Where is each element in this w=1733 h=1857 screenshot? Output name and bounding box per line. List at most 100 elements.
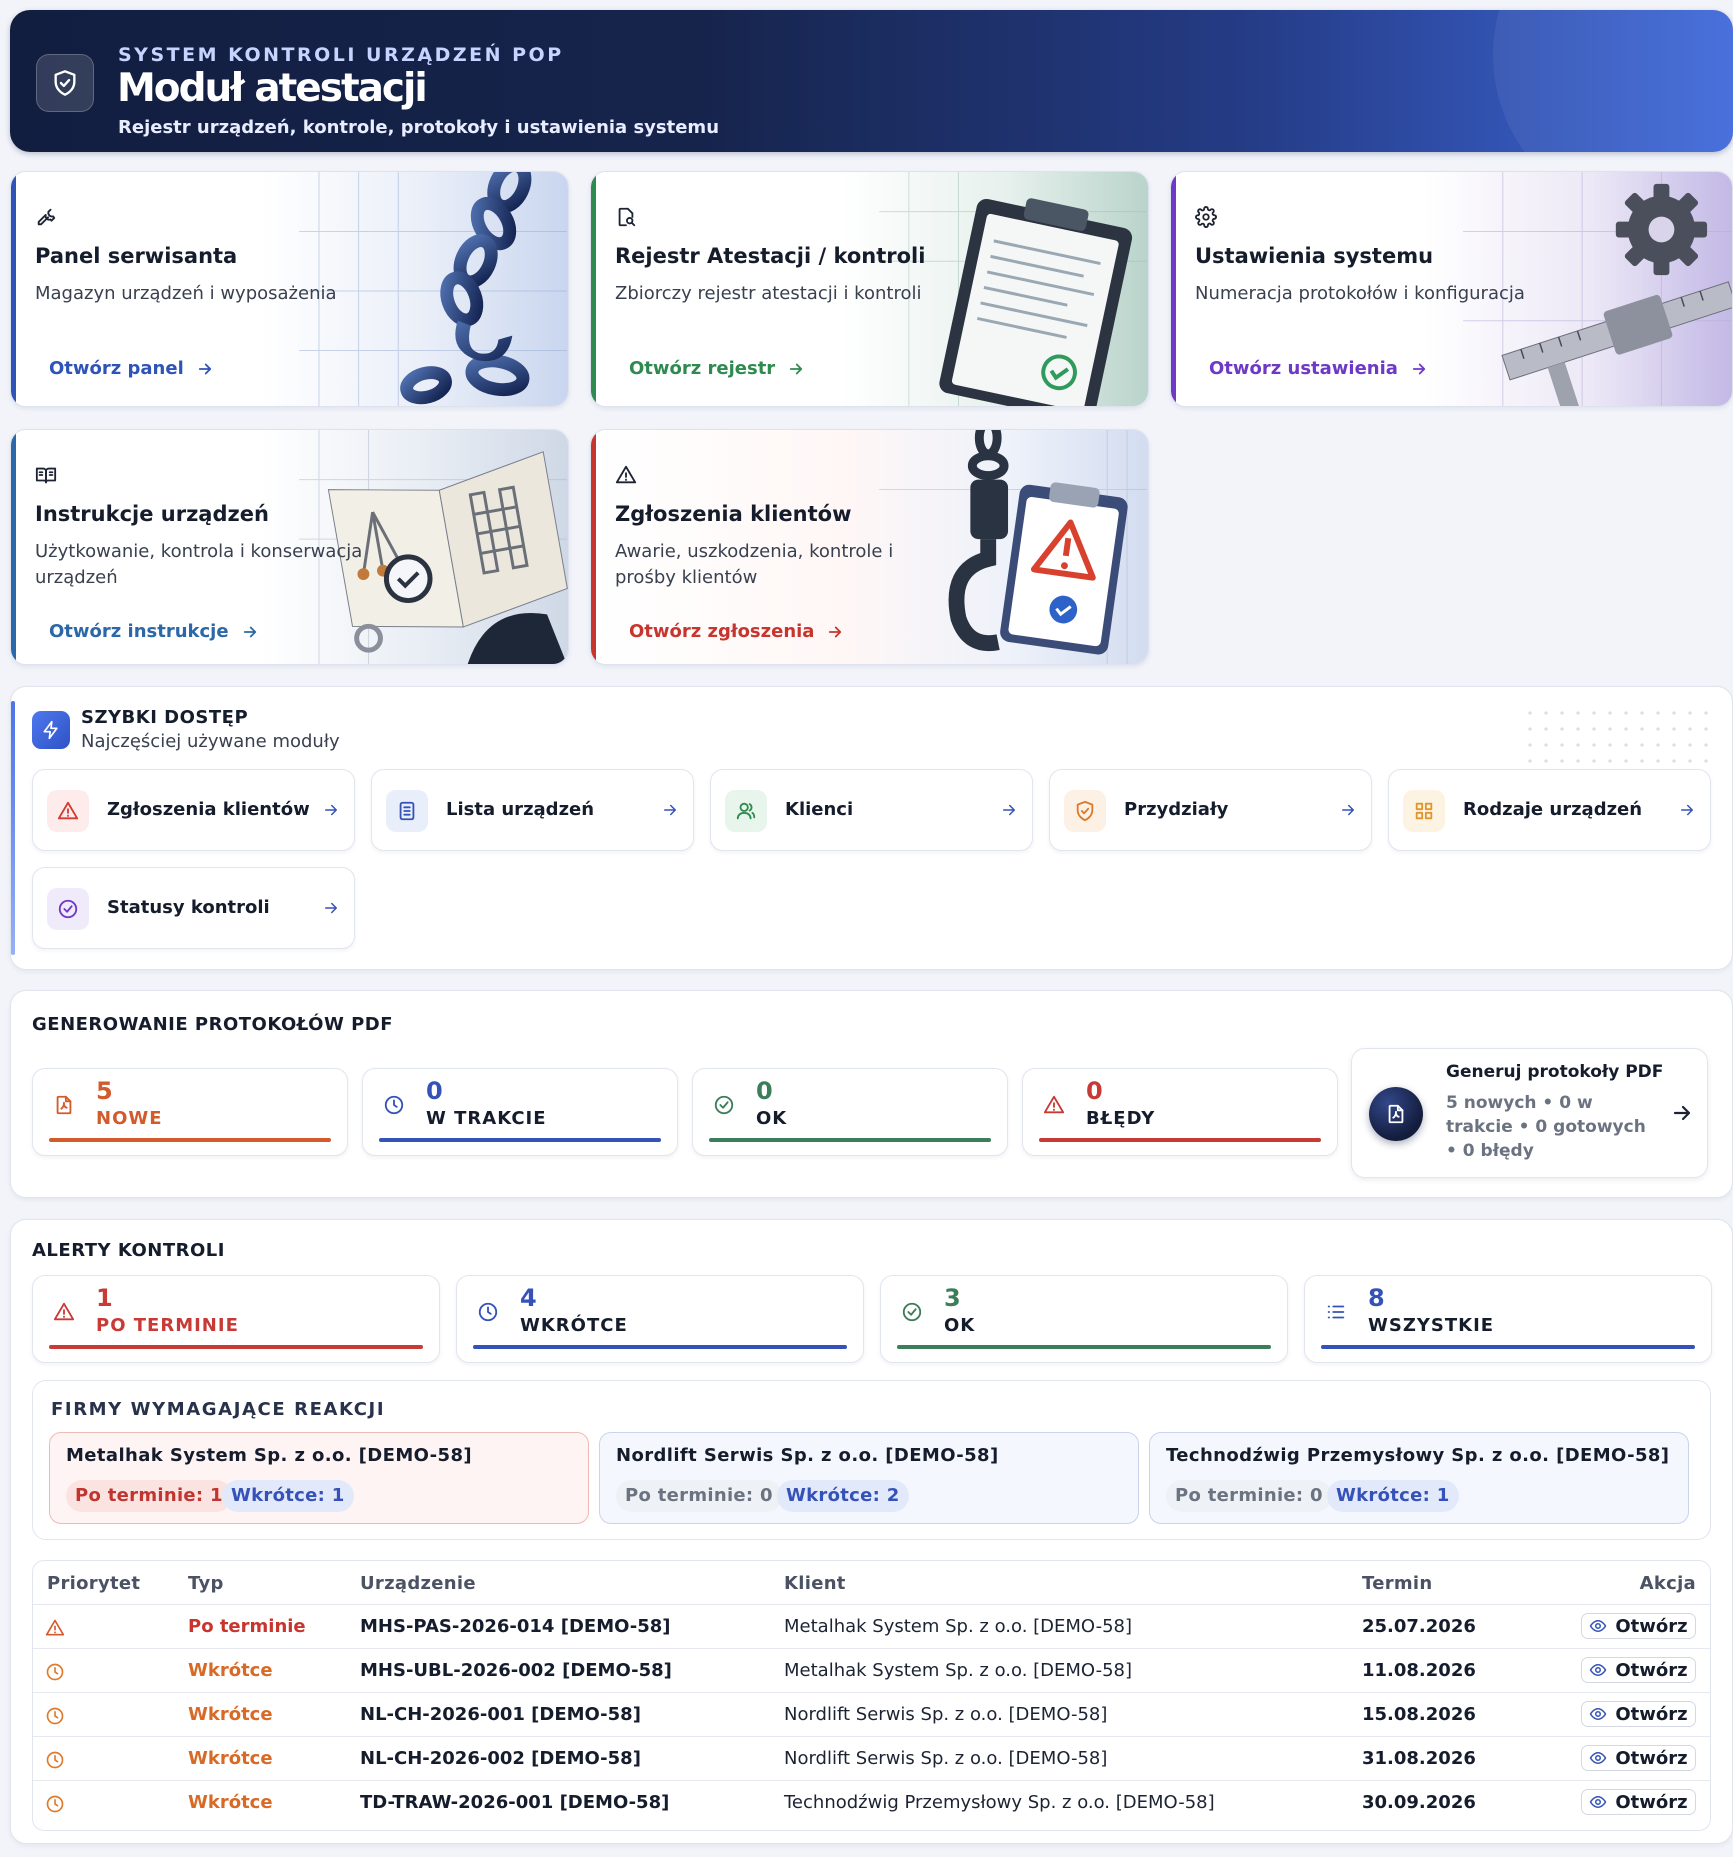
open-tickets-link[interactable]: Otwórz zgłoszenia bbox=[629, 621, 844, 642]
quick-link-przydzialy[interactable]: Przydziały bbox=[1049, 769, 1372, 851]
stat-value: 3 bbox=[944, 1284, 961, 1312]
shield-check-icon bbox=[1064, 790, 1106, 832]
generate-summary: 5 nowych • 0 w trakcie • 0 gotowych • 0 … bbox=[1446, 1093, 1646, 1161]
pdf-stat-new[interactable]: 5 NOWE bbox=[32, 1068, 348, 1156]
pdf-stat-errors[interactable]: 0 BŁĘDY bbox=[1022, 1068, 1338, 1156]
column-header-type[interactable]: Typ bbox=[188, 1573, 224, 1594]
row-due-date: 11.08.2026 bbox=[1362, 1660, 1476, 1681]
book-icon bbox=[35, 464, 57, 486]
warning-icon bbox=[1043, 1094, 1065, 1116]
stat-value: 5 bbox=[96, 1077, 113, 1105]
wrench-icon bbox=[35, 206, 57, 228]
soon-badge: Wkrótce: 2 bbox=[777, 1480, 909, 1512]
open-register-link[interactable]: Otwórz rejestr bbox=[629, 358, 805, 379]
arrow-right-icon bbox=[661, 801, 679, 819]
clock-icon bbox=[477, 1301, 499, 1323]
stat-bar bbox=[709, 1138, 991, 1142]
quick-access-subtitle: Najczęściej używane moduły bbox=[81, 731, 340, 752]
quick-access-panel: SZYBKI DOSTĘP Najczęściej używane moduły… bbox=[10, 686, 1733, 970]
alert-stat-soon[interactable]: 4 WKRÓTCE bbox=[456, 1275, 864, 1363]
module-card-rejestr[interactable]: Rejestr Atestacji / kontroli Zbiorczy re… bbox=[590, 171, 1149, 407]
table-row: Wkrótce NL-CH-2026-002 [DEMO-58] Nordlif… bbox=[33, 1737, 1710, 1781]
column-header-priority[interactable]: Priorytet bbox=[47, 1573, 140, 1594]
arrow-right-icon bbox=[1678, 801, 1696, 819]
firms-title: FIRMY WYMAGAJĄCE REAKCJI bbox=[51, 1399, 386, 1420]
module-description: Zbiorczy rejestr atestacji i kontroli bbox=[615, 283, 922, 304]
table-row: Po terminie MHS-PAS-2026-014 [DEMO-58] M… bbox=[33, 1605, 1710, 1649]
quick-link-rodzaje-urzadzen[interactable]: Rodzaje urządzeń bbox=[1388, 769, 1711, 851]
module-card-panel-serwisanta[interactable]: Panel serwisanta Magazyn urządzeń i wypo… bbox=[10, 171, 569, 407]
open-button-label: Otwórz bbox=[1615, 1615, 1688, 1637]
link-label: Otwórz panel bbox=[49, 358, 184, 379]
stat-label: NOWE bbox=[96, 1108, 163, 1129]
alert-stat-all[interactable]: 8 WSZYSTKIE bbox=[1304, 1275, 1712, 1363]
list-icon bbox=[386, 790, 428, 832]
alert-stat-ok[interactable]: 3 OK bbox=[880, 1275, 1288, 1363]
clock-icon bbox=[45, 1794, 65, 1814]
open-instructions-link[interactable]: Otwórz instrukcje bbox=[49, 621, 259, 642]
clock-icon bbox=[45, 1706, 65, 1726]
quick-access-title: SZYBKI DOSTĘP bbox=[81, 707, 249, 728]
arrow-right-icon bbox=[1000, 801, 1018, 819]
module-title: Panel serwisanta bbox=[35, 244, 238, 268]
soon-badge: Wkrótce: 1 bbox=[222, 1480, 354, 1512]
pdf-file-icon bbox=[53, 1094, 75, 1116]
arrow-right-icon bbox=[241, 623, 259, 641]
open-button[interactable]: Otwórz bbox=[1581, 1701, 1696, 1727]
row-client: Nordlift Serwis Sp. z o.o. [DEMO-58] bbox=[784, 1748, 1108, 1769]
module-card-ustawienia[interactable]: Ustawienia systemu Numeracja protokołów … bbox=[1170, 171, 1733, 407]
firm-name: Technodźwig Przemysłowy Sp. z o.o. [DEMO… bbox=[1166, 1445, 1670, 1466]
row-device: NL-CH-2026-001 [DEMO-58] bbox=[360, 1704, 641, 1725]
firm-card[interactable]: Technodźwig Przemysłowy Sp. z o.o. [DEMO… bbox=[1149, 1432, 1689, 1524]
quick-link-label: Klienci bbox=[785, 799, 854, 820]
column-header-device[interactable]: Urządzenie bbox=[360, 1573, 476, 1594]
warning-icon bbox=[47, 790, 89, 832]
eye-icon bbox=[1589, 1705, 1607, 1723]
stat-bar bbox=[473, 1345, 847, 1349]
open-panel-link[interactable]: Otwórz panel bbox=[49, 358, 214, 379]
stat-label: WSZYSTKIE bbox=[1368, 1315, 1495, 1336]
module-card-instrukcje[interactable]: Instrukcje urządzeń Użytkowanie, kontrol… bbox=[10, 429, 569, 665]
module-card-zgloszenia[interactable]: Zgłoszenia klientów Awarie, uszkodzenia,… bbox=[590, 429, 1149, 665]
open-settings-link[interactable]: Otwórz ustawienia bbox=[1209, 358, 1428, 379]
arrow-right-icon bbox=[787, 360, 805, 378]
open-button[interactable]: Otwórz bbox=[1581, 1789, 1696, 1815]
firm-name: Nordlift Serwis Sp. z o.o. [DEMO-58] bbox=[616, 1445, 999, 1466]
dots-decoration bbox=[1522, 705, 1712, 765]
card-accent bbox=[11, 430, 16, 664]
quick-link-zgloszenia[interactable]: Zgłoszenia klientów bbox=[32, 769, 355, 851]
stat-value: 0 bbox=[426, 1077, 443, 1105]
firm-card[interactable]: Metalhak System Sp. z o.o. [DEMO-58] Po … bbox=[49, 1432, 589, 1524]
module-title: Instrukcje urządzeń bbox=[35, 502, 269, 526]
quick-link-label: Statusy kontroli bbox=[107, 897, 270, 918]
quick-link-statusy-kontroli[interactable]: Statusy kontroli bbox=[32, 867, 355, 949]
table-header: Priorytet Typ Urządzenie Klient Termin A… bbox=[33, 1561, 1710, 1605]
alert-stat-overdue[interactable]: 1 PO TERMINIE bbox=[32, 1275, 440, 1363]
column-header-due[interactable]: Termin bbox=[1362, 1573, 1433, 1594]
row-type: Wkrótce bbox=[188, 1660, 273, 1681]
quick-link-lista-urzadzen[interactable]: Lista urządzeń bbox=[371, 769, 694, 851]
open-button[interactable]: Otwórz bbox=[1581, 1657, 1696, 1683]
pdf-stat-in-progress[interactable]: 0 W TRAKCIE bbox=[362, 1068, 678, 1156]
open-button-label: Otwórz bbox=[1615, 1791, 1688, 1813]
table-row: Wkrótce MHS-UBL-2026-002 [DEMO-58] Metal… bbox=[33, 1649, 1710, 1693]
pdf-generation-panel: GENEROWANIE PROTOKOŁÓW PDF 5 NOWE 0 W TR… bbox=[10, 990, 1733, 1198]
list-icon bbox=[1325, 1301, 1347, 1323]
arrow-right-icon bbox=[826, 623, 844, 641]
firm-card[interactable]: Nordlift Serwis Sp. z o.o. [DEMO-58] Po … bbox=[599, 1432, 1139, 1524]
clock-icon bbox=[383, 1094, 405, 1116]
card-accent bbox=[591, 430, 596, 664]
row-device: TD-TRAW-2026-001 [DEMO-58] bbox=[360, 1792, 670, 1813]
quick-link-klienci[interactable]: Klienci bbox=[710, 769, 1033, 851]
clock-icon bbox=[45, 1750, 65, 1770]
overdue-badge: Po terminie: 0 bbox=[616, 1480, 782, 1512]
generate-pdf-button[interactable]: Generuj protokoły PDF 5 nowych • 0 w tra… bbox=[1351, 1048, 1708, 1178]
open-button[interactable]: Otwórz bbox=[1581, 1613, 1696, 1639]
stat-label: BŁĘDY bbox=[1086, 1108, 1156, 1129]
column-header-client[interactable]: Klient bbox=[784, 1573, 846, 1594]
card-accent bbox=[11, 172, 16, 406]
pdf-stat-ok[interactable]: 0 OK bbox=[692, 1068, 1008, 1156]
module-title: Zgłoszenia klientów bbox=[615, 502, 852, 526]
open-button[interactable]: Otwórz bbox=[1581, 1745, 1696, 1771]
check-circle-icon bbox=[713, 1094, 735, 1116]
